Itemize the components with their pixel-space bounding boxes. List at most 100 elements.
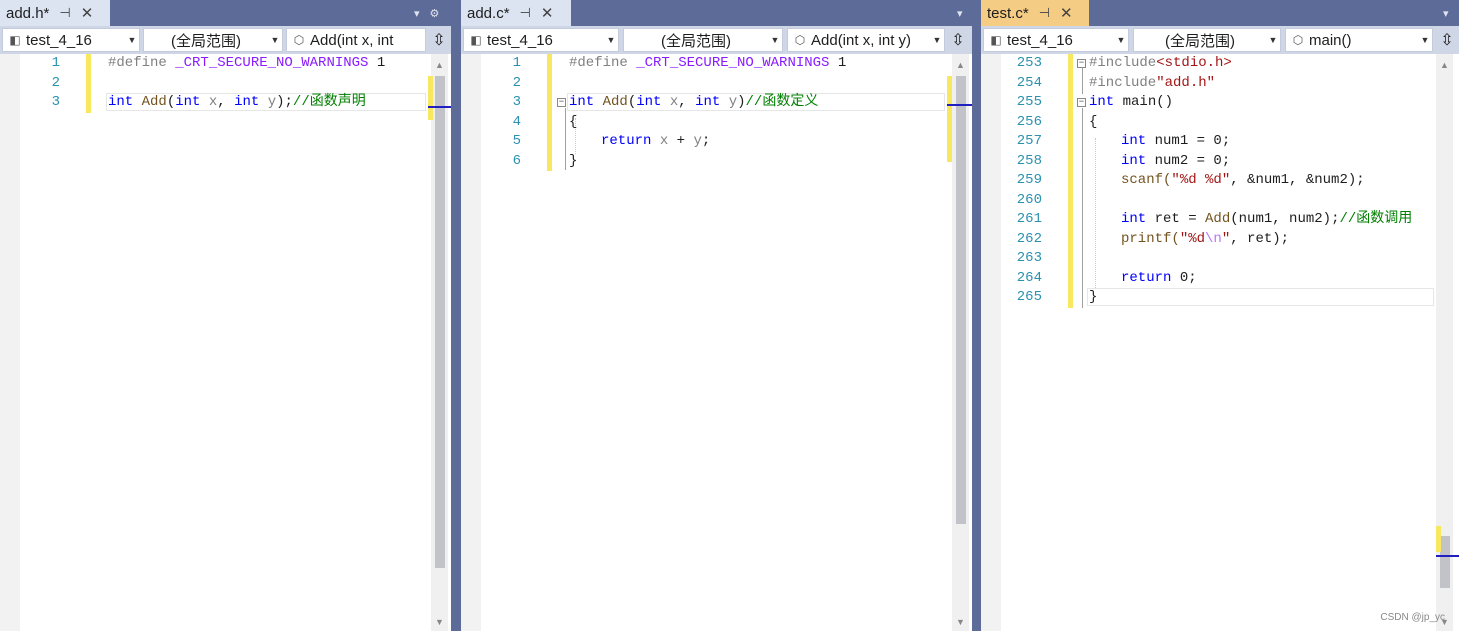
tab-test-c[interactable]: test.c* ⊣ ✕ — [981, 0, 1089, 26]
line-number: 258 — [1016, 152, 1042, 169]
navigation-bar: ◧ test_4_16 ▼ (全局范围) ▼ ⬡ main() ▼ ⇳ — [981, 26, 1459, 54]
chevron-down-icon: ▼ — [1420, 35, 1430, 45]
scope-dropdown[interactable]: (全局范围) ▼ — [143, 28, 283, 52]
change-marker — [547, 112, 552, 132]
code-text: } — [1089, 289, 1098, 305]
scrollbar-change-marker — [1436, 526, 1441, 552]
collapse-icon[interactable]: − — [1077, 59, 1086, 68]
code-line: 1 #define _CRT_SECURE_NO_WARNINGS 1 — [461, 54, 972, 74]
code-line: 262 printf("%d\n", ret); — [981, 229, 1459, 249]
code-text: } — [569, 152, 578, 169]
code-text: int Add(int x, int y)//函数定义 — [569, 94, 819, 110]
line-number: 255 — [1016, 94, 1042, 110]
line-number: 2 — [512, 74, 521, 91]
code-text: #define _CRT_SECURE_NO_WARNINGS 1 — [108, 55, 386, 71]
scrollbar-thumb[interactable] — [956, 76, 966, 524]
code-editor[interactable]: 253 − #include<stdio.h> 254 #include"add… — [981, 54, 1459, 631]
project-dropdown[interactable]: ◧ test_4_16 ▼ — [463, 28, 619, 52]
code-text: int Add(int x, int y);//函数声明 — [108, 94, 366, 110]
line-number: 257 — [1016, 133, 1042, 149]
method-cube-icon: ⬡ — [1292, 33, 1304, 47]
scrollbar-thumb[interactable] — [435, 76, 445, 568]
line-number: 261 — [1016, 211, 1042, 227]
collapse-icon[interactable]: − — [1077, 98, 1086, 107]
member-dropdown[interactable]: ⬡ Add(int x, int — [286, 28, 426, 52]
code-line: 3 − int Add(int x, int y)//函数定义 — [461, 93, 972, 113]
line-number: 254 — [1016, 74, 1042, 91]
scope-dropdown[interactable]: (全局范围) ▼ — [1133, 28, 1281, 52]
code-text: int num2 = 0; — [1121, 152, 1231, 169]
scrollbar-caret-marker — [428, 106, 451, 108]
member-dropdown[interactable]: ⬡ Add(int x, int y) ▼ — [787, 28, 945, 52]
scope-dropdown[interactable]: (全局范围) ▼ — [623, 28, 783, 52]
project-dropdown[interactable]: ◧ test_4_16 ▼ — [983, 28, 1129, 52]
line-number: 3 — [51, 94, 60, 110]
change-marker — [1068, 151, 1073, 171]
close-icon[interactable]: ✕ — [541, 4, 554, 22]
line-number: 1 — [51, 55, 60, 71]
gear-icon[interactable]: ⚙ — [430, 7, 440, 20]
chevron-down-icon[interactable]: ▾ — [414, 7, 420, 20]
chevron-down-icon: ▼ — [606, 35, 616, 45]
code-text: #include"add.h" — [1089, 74, 1216, 91]
collapse-icon[interactable]: − — [557, 98, 566, 107]
change-marker — [1068, 249, 1073, 269]
split-window-icon[interactable]: ⇳ — [428, 28, 450, 52]
editor-pane-add-h: add.h* ⊣ ✕ ▾ ⚙ ◧ test_4_16 ▼ (全局范围) ▼ ⬡ … — [0, 0, 451, 631]
code-line: 3 int Add(int x, int y);//函数声明 — [0, 93, 451, 113]
method-cube-icon: ⬡ — [293, 33, 305, 47]
tab-bar: test.c* ⊣ ✕ ▾ — [981, 0, 1459, 26]
change-marker — [1068, 229, 1073, 249]
chevron-down-icon: ▼ — [270, 35, 280, 45]
member-dropdown[interactable]: ⬡ main() ▼ — [1285, 28, 1433, 52]
code-editor[interactable]: 1 #define _CRT_SECURE_NO_WARNINGS 1 2 3 … — [0, 54, 451, 631]
tab-title: add.h* — [6, 4, 50, 22]
chevron-down-icon: ▼ — [932, 35, 942, 45]
code-line: 261 int ret = Add(num1, num2);//函数调用 — [981, 210, 1459, 230]
code-text: int ret = Add(num1, num2);//函数调用 — [1121, 211, 1413, 227]
change-marker — [1068, 112, 1073, 132]
pin-icon[interactable]: ⊣ — [520, 5, 531, 21]
code-line: 4 { — [461, 112, 972, 132]
project-dropdown[interactable]: ◧ test_4_16 ▼ — [2, 28, 140, 52]
pin-icon[interactable]: ⊣ — [59, 5, 70, 21]
line-number: 253 — [1016, 55, 1042, 71]
code-line: 254 #include"add.h" — [981, 73, 1459, 93]
navigation-bar: ◧ test_4_16 ▼ (全局范围) ▼ ⬡ Add(int x, int … — [0, 26, 451, 54]
pin-icon[interactable]: ⊣ — [1039, 5, 1050, 21]
code-line: 256 { — [981, 112, 1459, 132]
code-line: 263 — [981, 249, 1459, 269]
scrollbar-change-marker — [428, 76, 433, 120]
vertical-scrollbar[interactable]: ▲ ▼ — [952, 54, 969, 631]
scroll-down-arrow[interactable]: ▼ — [431, 614, 448, 631]
split-window-icon[interactable]: ⇳ — [947, 28, 969, 52]
line-number: 6 — [512, 152, 521, 169]
tab-add-h[interactable]: add.h* ⊣ ✕ — [0, 0, 110, 26]
scroll-up-arrow[interactable]: ▲ — [952, 57, 969, 74]
change-marker — [86, 93, 91, 113]
tab-add-c[interactable]: add.c* ⊣ ✕ — [461, 0, 571, 26]
scrollbar-thumb[interactable] — [1440, 536, 1450, 588]
chevron-down-icon[interactable]: ▾ — [957, 7, 963, 20]
scroll-up-arrow[interactable]: ▲ — [1436, 57, 1453, 74]
vertical-scrollbar[interactable]: ▲ ▼ — [431, 54, 448, 631]
code-line: 1 #define _CRT_SECURE_NO_WARNINGS 1 — [0, 54, 451, 74]
change-marker — [1068, 73, 1073, 93]
code-line: 2 — [461, 73, 972, 93]
line-number: 263 — [1016, 250, 1042, 266]
code-line: 260 — [981, 190, 1459, 210]
method-cube-icon: ⬡ — [794, 33, 806, 47]
code-editor[interactable]: 1 #define _CRT_SECURE_NO_WARNINGS 1 2 3 … — [461, 54, 972, 631]
change-marker — [86, 54, 91, 74]
line-number: 5 — [512, 133, 521, 149]
scroll-down-arrow[interactable]: ▼ — [952, 614, 969, 631]
split-window-icon[interactable]: ⇳ — [1436, 28, 1458, 52]
scroll-up-arrow[interactable]: ▲ — [431, 57, 448, 74]
editor-pane-test-c: test.c* ⊣ ✕ ▾ ◧ test_4_16 ▼ (全局范围) ▼ ⬡ m… — [981, 0, 1459, 631]
code-text: int main() — [1089, 94, 1174, 110]
close-icon[interactable]: ✕ — [1060, 4, 1073, 22]
chevron-down-icon[interactable]: ▾ — [1443, 7, 1449, 20]
code-text: return 0; — [1121, 269, 1197, 286]
close-icon[interactable]: ✕ — [81, 4, 94, 22]
code-text: { — [1089, 113, 1098, 130]
